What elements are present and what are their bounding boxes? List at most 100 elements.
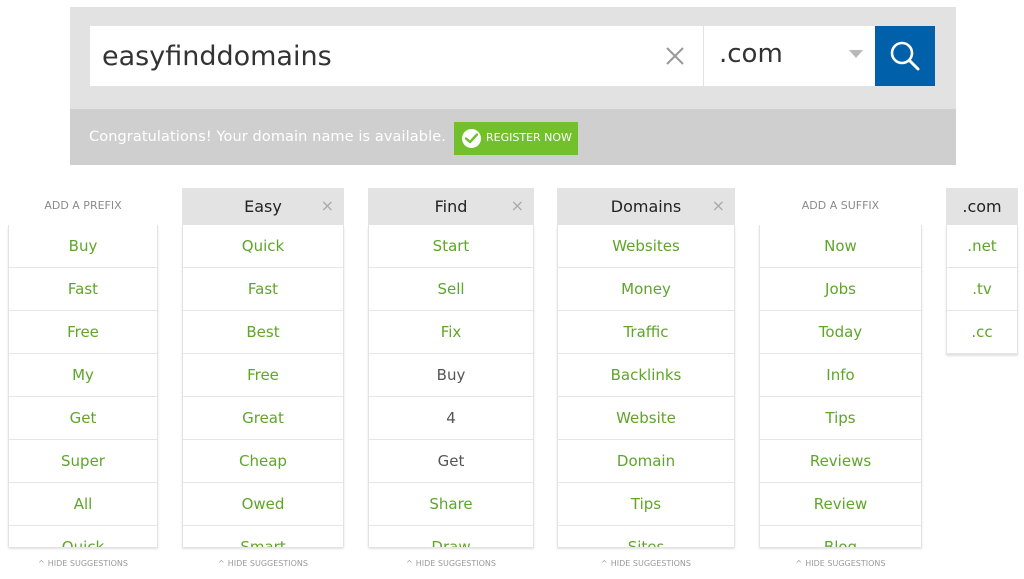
column-header-label: .com <box>962 197 1002 216</box>
word-column-domains: Domains × Websites Money Traffic Backlin… <box>557 188 735 568</box>
hide-suggestions-label: HIDE SUGGESTIONS <box>805 559 886 568</box>
suggestion-item[interactable]: Now <box>760 225 921 268</box>
column-header-label: Find <box>434 197 468 216</box>
hide-suggestions-label: HIDE SUGGESTIONS <box>227 559 308 568</box>
suggestion-item[interactable]: Domain <box>558 440 734 483</box>
suggestion-item[interactable]: Quick <box>9 526 157 547</box>
chevron-up-icon: ^ <box>406 559 413 568</box>
availability-status-bar: Congratulations! Your domain name is ava… <box>70 109 956 165</box>
remove-word-button[interactable]: × <box>511 198 524 214</box>
column-header-label: ADD A PREFIX <box>44 199 122 212</box>
tld-list: .net .tv .cc <box>946 225 1018 354</box>
domain-search-page: .com Congratulations! Your domain name i… <box>0 0 1024 579</box>
chevron-down-icon <box>849 50 863 58</box>
register-now-button[interactable]: REGISTER NOW <box>454 122 578 155</box>
suggestion-item[interactable]: Traffic <box>558 311 734 354</box>
suggestion-item[interactable]: Owed <box>183 483 343 526</box>
column-header-label: Domains <box>610 197 682 216</box>
suggestion-item[interactable]: Sell <box>369 268 533 311</box>
hide-suggestions-label: HIDE SUGGESTIONS <box>610 559 691 568</box>
hide-suggestions-link[interactable]: ^ HIDE SUGGESTIONS <box>182 559 344 568</box>
tld-item[interactable]: .net <box>947 225 1017 268</box>
close-icon <box>666 47 684 65</box>
register-now-label: REGISTER NOW <box>486 131 572 144</box>
suggestion-item[interactable]: Websites <box>558 225 734 268</box>
suggestion-list: Now Jobs Today Info Tips Reviews Review … <box>759 225 922 547</box>
suggestion-item[interactable]: Super <box>9 440 157 483</box>
suggestion-list: Buy Fast Free My Get Super All Quick <box>8 225 158 547</box>
clear-search-button[interactable] <box>660 41 690 71</box>
prefix-column: ADD A PREFIX Buy Fast Free My Get Super … <box>8 188 158 568</box>
tld-item[interactable]: .cc <box>947 311 1017 354</box>
search-row: .com <box>90 26 935 86</box>
tld-select[interactable]: .com <box>704 26 875 86</box>
suggestion-item[interactable]: Share <box>369 483 533 526</box>
chevron-up-icon: ^ <box>38 559 45 568</box>
word-column-easy: Easy × Quick Fast Best Free Great Cheap … <box>182 188 344 568</box>
hide-suggestions-link[interactable]: ^ HIDE SUGGESTIONS <box>8 559 158 568</box>
suggestion-item[interactable]: Fast <box>183 268 343 311</box>
suggestion-item[interactable]: Draw <box>369 526 533 547</box>
tld-select-value: .com <box>719 39 783 69</box>
suggestion-item[interactable]: Best <box>183 311 343 354</box>
remove-word-button[interactable]: × <box>712 198 725 214</box>
suggestion-item[interactable]: Buy <box>369 354 533 397</box>
suggestion-list: Quick Fast Best Free Great Cheap Owed Sm… <box>182 225 344 547</box>
availability-message: Congratulations! Your domain name is ava… <box>89 129 446 145</box>
suggestion-item[interactable]: Start <box>369 225 533 268</box>
suggestion-item[interactable]: Get <box>9 397 157 440</box>
suggestion-item[interactable]: Great <box>183 397 343 440</box>
column-header: .com <box>946 188 1018 225</box>
search-button[interactable] <box>875 26 935 86</box>
tld-item[interactable]: .tv <box>947 268 1017 311</box>
suggestion-item[interactable]: Get <box>369 440 533 483</box>
suggestion-item[interactable]: Fix <box>369 311 533 354</box>
hide-suggestions-label: HIDE SUGGESTIONS <box>47 559 128 568</box>
suggestion-item[interactable]: Money <box>558 268 734 311</box>
column-header: Find × <box>368 188 534 225</box>
suggestion-item[interactable]: Buy <box>9 225 157 268</box>
suggestion-item[interactable]: Tips <box>760 397 921 440</box>
suggestion-item[interactable]: Cheap <box>183 440 343 483</box>
suggestion-item[interactable]: Fast <box>9 268 157 311</box>
word-column-find: Find × Start Sell Fix Buy 4 Get Share Dr… <box>368 188 534 568</box>
hide-suggestions-link[interactable]: ^ HIDE SUGGESTIONS <box>368 559 534 568</box>
domain-search-input[interactable] <box>102 26 642 86</box>
suggestion-item[interactable]: Quick <box>183 225 343 268</box>
remove-word-button[interactable]: × <box>321 198 334 214</box>
hide-suggestions-link[interactable]: ^ HIDE SUGGESTIONS <box>759 559 922 568</box>
suggestion-item[interactable]: Jobs <box>760 268 921 311</box>
suggestion-item[interactable]: Sites <box>558 526 734 547</box>
query-box <box>90 26 703 86</box>
hide-suggestions-link[interactable]: ^ HIDE SUGGESTIONS <box>557 559 735 568</box>
suggestion-item[interactable]: Today <box>760 311 921 354</box>
suggestion-item[interactable]: Info <box>760 354 921 397</box>
search-panel: .com Congratulations! Your domain name i… <box>70 7 956 165</box>
column-header: Domains × <box>557 188 735 225</box>
column-header: Easy × <box>182 188 344 225</box>
suggestion-item[interactable]: Backlinks <box>558 354 734 397</box>
suggestion-item[interactable]: Tips <box>558 483 734 526</box>
search-icon <box>890 41 920 71</box>
column-header: ADD A SUFFIX <box>759 188 922 225</box>
suggestion-item[interactable]: Website <box>558 397 734 440</box>
suggestion-item[interactable]: Reviews <box>760 440 921 483</box>
column-header: ADD A PREFIX <box>8 188 158 225</box>
suffix-column: ADD A SUFFIX Now Jobs Today Info Tips Re… <box>759 188 922 568</box>
column-header-label: ADD A SUFFIX <box>801 199 880 212</box>
chevron-up-icon: ^ <box>601 559 608 568</box>
suggestion-item[interactable]: My <box>9 354 157 397</box>
suggestion-list: Start Sell Fix Buy 4 Get Share Draw <box>368 225 534 547</box>
suggestion-item[interactable]: 4 <box>369 397 533 440</box>
checkmark-icon <box>462 129 481 148</box>
suggestion-item[interactable]: Blog <box>760 526 921 547</box>
suggestion-item[interactable]: Smart <box>183 526 343 547</box>
suggestion-item[interactable]: Review <box>760 483 921 526</box>
suggestion-item[interactable]: Free <box>183 354 343 397</box>
chevron-up-icon: ^ <box>795 559 803 568</box>
suggestion-list: Websites Money Traffic Backlinks Website… <box>557 225 735 547</box>
suggestion-item[interactable]: All <box>9 483 157 526</box>
tld-column: .com .net .tv .cc <box>946 188 1018 354</box>
chevron-up-icon: ^ <box>218 559 225 568</box>
suggestion-item[interactable]: Free <box>9 311 157 354</box>
